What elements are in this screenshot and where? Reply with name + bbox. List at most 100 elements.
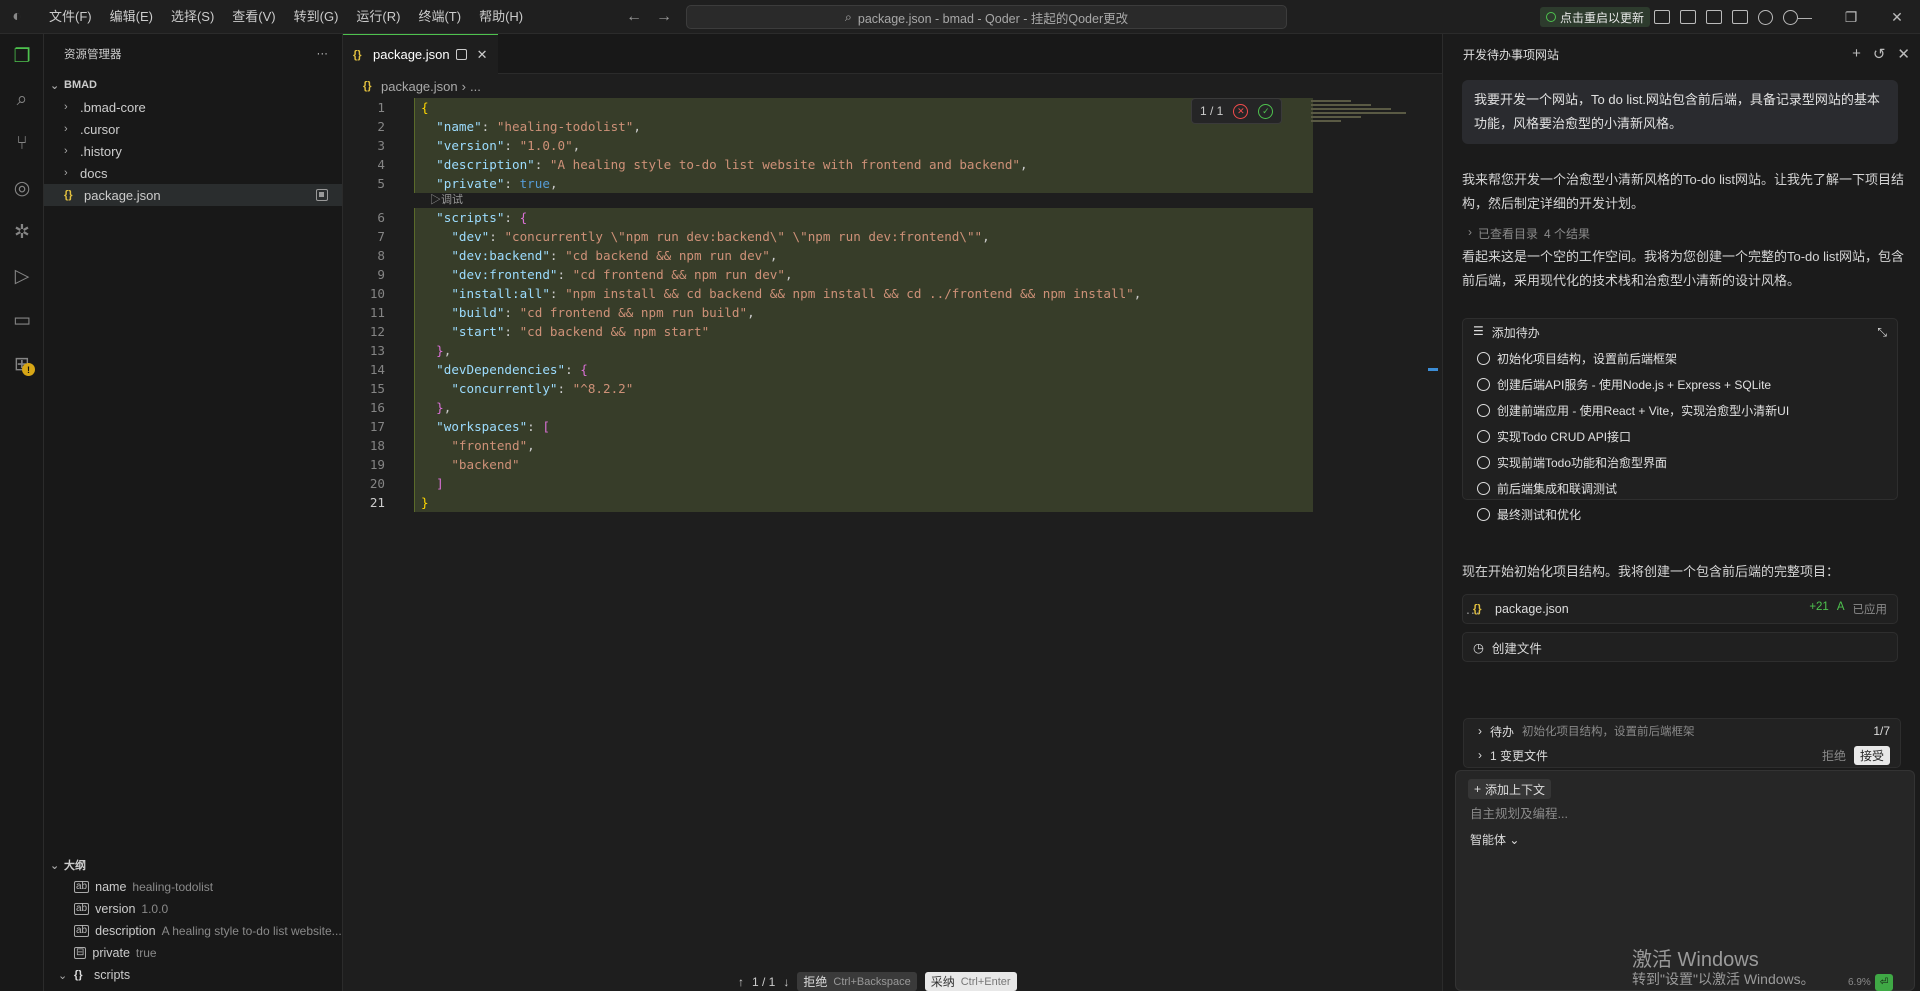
- reject-shortcut: Ctrl+Backspace: [833, 975, 911, 988]
- breadcrumb: {} package.json › ...: [343, 74, 1442, 98]
- tree-folder-cursor[interactable]: › .cursor: [44, 118, 342, 140]
- menu-terminal[interactable]: 终端(T): [409, 0, 470, 34]
- code-editor[interactable]: 1{ 2 "name": "healing-todolist", 3 "vers…: [343, 98, 1442, 512]
- command-center[interactable]: ⌕ package.json - bmad - Qoder - 挂起的Qoder…: [686, 5, 1287, 29]
- outline-item[interactable]: ab name healing-todolist: [44, 876, 343, 898]
- breadcrumb-more[interactable]: ...: [470, 79, 481, 94]
- user-message: 我要开发一个网站，To do list.网站包含前后端，具备记录型网站的基本功能…: [1462, 80, 1898, 144]
- todo-circle-icon: [1477, 455, 1490, 469]
- account-icon[interactable]: [1758, 9, 1773, 25]
- chevron-right-icon: ›: [1478, 724, 1482, 738]
- add-context-label: 添加上下文: [1485, 782, 1546, 797]
- reject-change-icon[interactable]: ✕: [1233, 103, 1249, 119]
- chat-input[interactable]: 自主规划及编程...: [1470, 803, 1568, 822]
- create-file-card[interactable]: ◷ 创建文件: [1462, 632, 1898, 662]
- object-symbol-icon: {}: [74, 969, 83, 981]
- file-status-letter: A: [1836, 601, 1845, 613]
- list-icon: ☰: [1473, 323, 1484, 338]
- outline-item[interactable]: ab description A healing style to-do list …: [44, 920, 343, 942]
- close-icon[interactable]: ✕: [1874, 0, 1920, 34]
- reject-label: 拒绝: [803, 975, 828, 989]
- tree-folder-docs[interactable]: › docs: [44, 162, 342, 184]
- toggle-panel-icon[interactable]: [1706, 10, 1722, 24]
- accept-changes-button[interactable]: 接受: [1853, 745, 1890, 765]
- add-context-button[interactable]: + 添加上下文: [1468, 779, 1552, 799]
- agent-mode-selector[interactable]: 智能体 ⌄: [1470, 831, 1519, 848]
- editor-tabs: {} package.json ✕: [343, 34, 1442, 74]
- quest-icon[interactable]: ◎: [0, 166, 44, 210]
- new-chat-icon[interactable]: +: [1852, 45, 1861, 63]
- line-number: 15: [369, 381, 385, 396]
- close-tab-icon[interactable]: ✕: [477, 47, 488, 63]
- accept-all-button[interactable]: 采纳 Ctrl+Enter: [924, 972, 1017, 991]
- changed-file-card[interactable]: {} package.json +21 A 已应用: [1462, 594, 1898, 624]
- menu-help[interactable]: 帮助(H): [470, 0, 532, 34]
- editor-area: {} package.json ✕ {} package.json › ... …: [343, 34, 1442, 991]
- minimize-icon[interactable]: —: [1782, 0, 1828, 34]
- outline-item[interactable]: ⊟ private true: [44, 942, 343, 964]
- line-number: 11: [369, 305, 385, 320]
- todo-circle-icon: [1477, 351, 1490, 365]
- remote-icon[interactable]: ▭: [0, 298, 44, 342]
- outline-title: 大纲: [64, 860, 86, 872]
- changed-files-row[interactable]: › 1 变更文件 拒绝 接受: [1464, 743, 1900, 767]
- tree-folder-history[interactable]: › .history: [44, 140, 342, 162]
- extensions-icon[interactable]: ⊞!: [0, 342, 44, 386]
- accept-change-icon[interactable]: ✓: [1258, 103, 1274, 119]
- todo-item: 初始化项目结构，设置前后端框架: [1463, 345, 1897, 371]
- back-arrow-icon[interactable]: ←: [626, 8, 642, 26]
- forward-arrow-icon[interactable]: →: [656, 8, 672, 26]
- outline-item[interactable]: ab version 1.0.0: [44, 898, 343, 920]
- more-actions-icon[interactable]: ···: [317, 48, 329, 60]
- todo-card-header: ☰ 添加待办 ⤡: [1463, 319, 1897, 345]
- menu-selection[interactable]: 选择(S): [162, 0, 223, 34]
- breadcrumb-file[interactable]: package.json: [381, 79, 458, 94]
- search-activity-icon[interactable]: ⌕: [0, 78, 44, 122]
- reject-all-button[interactable]: 拒绝 Ctrl+Backspace: [797, 972, 917, 991]
- source-control-icon[interactable]: ⑂: [0, 122, 44, 166]
- todo-card-title: 添加待办: [1491, 325, 1540, 340]
- chat-title: 开发待办事项网站: [1463, 47, 1560, 62]
- change-review-bar: ↑ 1 / 1 ↓ 拒绝 Ctrl+Backspace 采纳 Ctrl+Enter: [738, 972, 1017, 991]
- line-number: 3: [377, 138, 385, 153]
- history-icon[interactable]: ↺: [1873, 45, 1886, 63]
- tab-package-json[interactable]: {} package.json ✕: [343, 34, 498, 74]
- send-icon[interactable]: ⏎: [1875, 974, 1893, 991]
- close-icon[interactable]: ✕: [1897, 45, 1910, 63]
- restart-update-button[interactable]: 点击重启以更新: [1540, 7, 1651, 27]
- run-debug-icon[interactable]: ▷: [0, 254, 44, 298]
- code-line: 18 "frontend",: [343, 436, 1442, 455]
- pending-todo-row[interactable]: › 待办 初始化项目结构，设置前后端框架 1/7: [1464, 719, 1900, 743]
- menu-run[interactable]: 运行(R): [347, 0, 409, 34]
- menu-file[interactable]: 文件(F): [40, 0, 101, 34]
- customize-layout-icon[interactable]: [1654, 10, 1670, 24]
- minimap[interactable]: [1311, 98, 1426, 138]
- tree-file-package-json[interactable]: {} package.json: [44, 184, 342, 206]
- menu-go[interactable]: 转到(G): [285, 0, 348, 34]
- collapse-icon[interactable]: ⤡: [1877, 325, 1887, 340]
- code-line: 6 "scripts": {: [343, 208, 1442, 227]
- menu-view[interactable]: 查看(V): [223, 0, 284, 34]
- toggle-primary-sidebar-icon[interactable]: [1680, 10, 1696, 24]
- menu-edit[interactable]: 编辑(E): [101, 0, 162, 34]
- workspace-root[interactable]: ⌄ BMAD: [44, 74, 342, 96]
- viewed-directory-row[interactable]: › 已查看目录 4 个结果: [1468, 225, 1590, 242]
- restore-icon[interactable]: ❐: [1828, 0, 1874, 34]
- outline-header[interactable]: ⌄ 大纲: [44, 854, 343, 876]
- workspace-root-label: BMAD: [64, 79, 97, 91]
- extensions-hub-icon[interactable]: ✲: [0, 210, 44, 254]
- debug-codelens[interactable]: ▷调试: [414, 193, 1442, 208]
- todo-label: 实现Todo CRUD API接口: [1497, 429, 1632, 444]
- previous-change-icon[interactable]: ↑: [738, 975, 744, 989]
- chevron-down-icon: ⌄: [50, 859, 60, 872]
- tree-folder-bmad-core[interactable]: › .bmad-core: [44, 96, 342, 118]
- scrollbar-marker[interactable]: [1428, 368, 1438, 371]
- outline-item[interactable]: ⌄ {} scripts: [44, 964, 343, 986]
- code-line: 15 "concurrently": "^8.2.2": [343, 379, 1442, 398]
- explorer-icon[interactable]: ❐: [0, 34, 44, 78]
- next-change-icon[interactable]: ↓: [783, 975, 789, 989]
- command-center-label: package.json - bmad - Qoder - 挂起的Qoder更改: [857, 11, 1129, 26]
- reject-changes-button[interactable]: 拒绝: [1822, 747, 1846, 764]
- toggle-secondary-sidebar-icon[interactable]: [1732, 10, 1748, 24]
- line-number: 6: [377, 210, 385, 225]
